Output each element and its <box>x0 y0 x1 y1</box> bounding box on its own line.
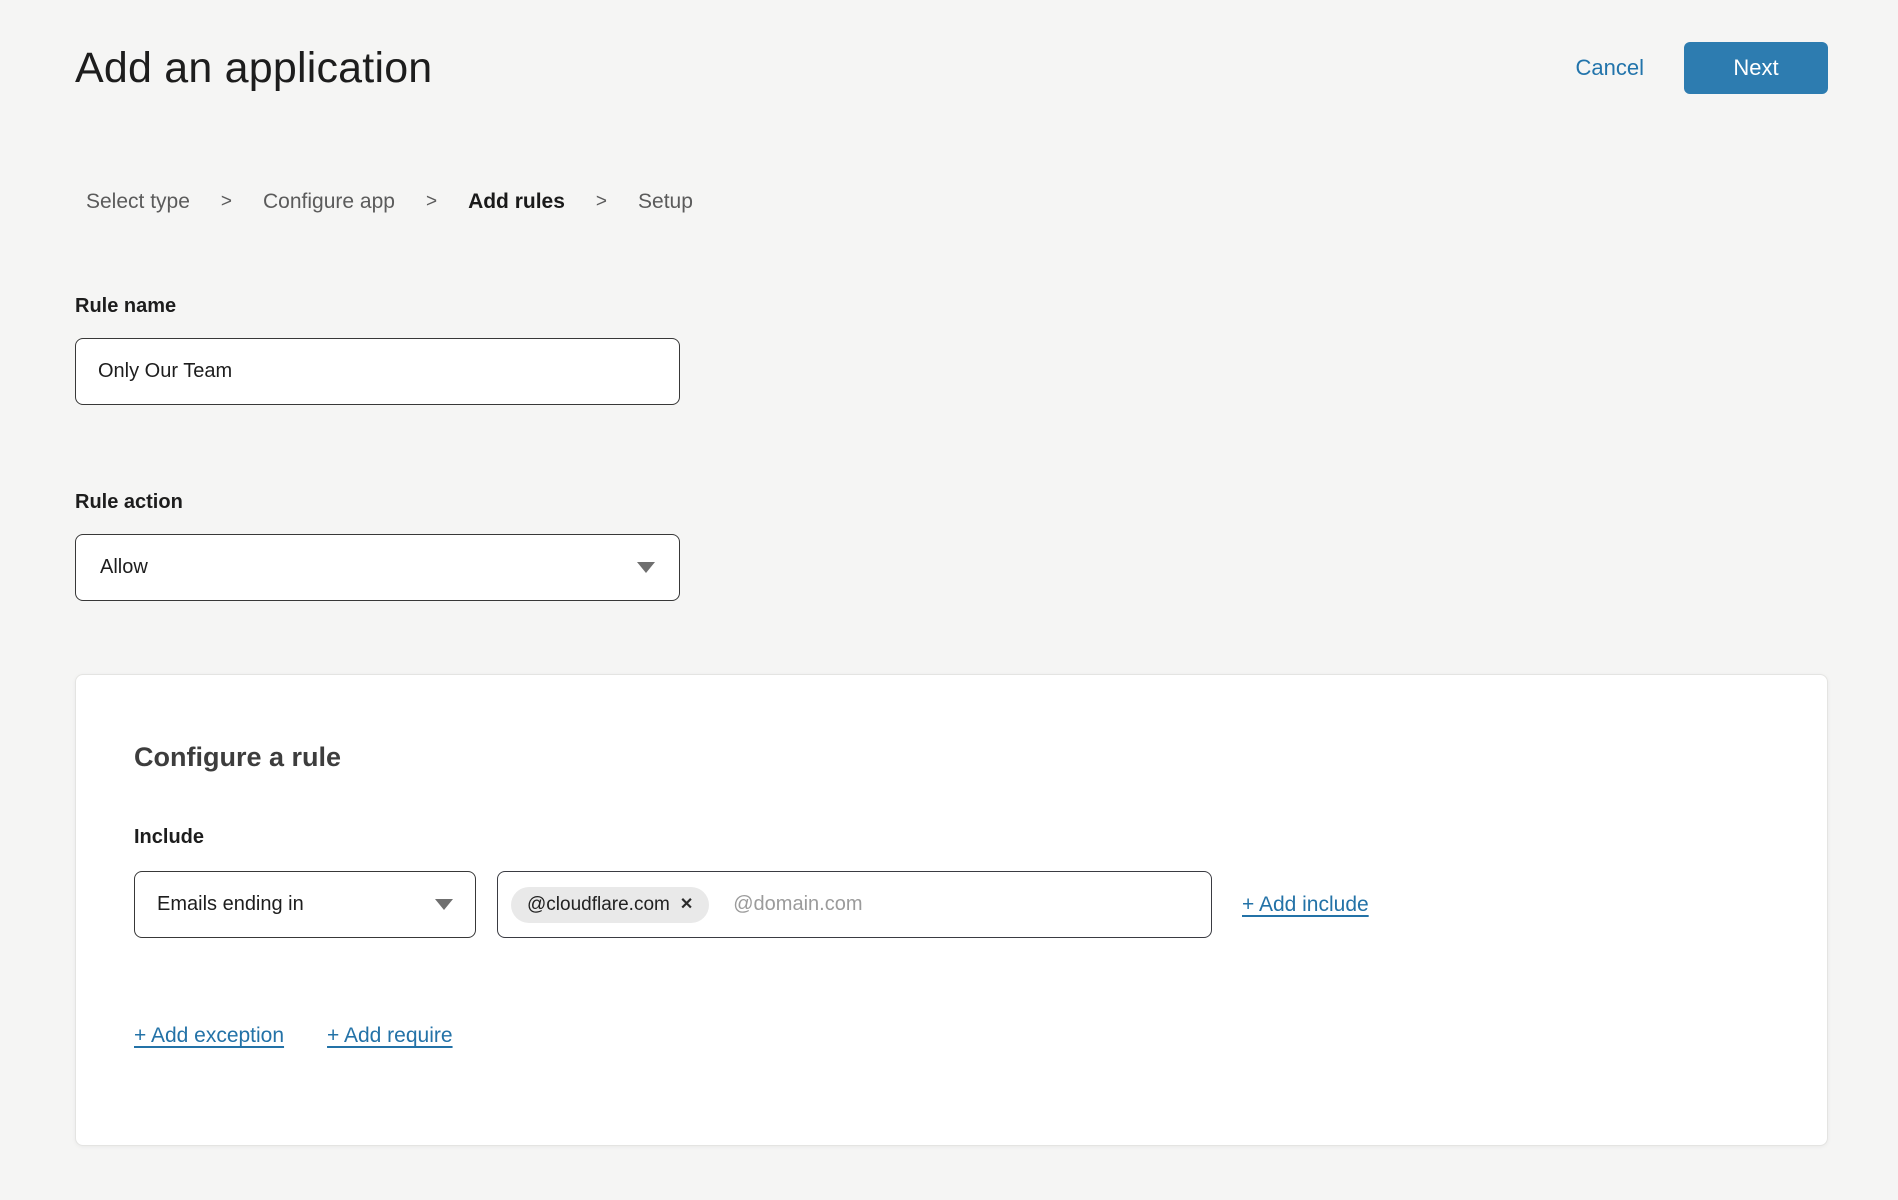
breadcrumb-separator: > <box>426 191 437 213</box>
add-application-page: Add an application Cancel Next Select ty… <box>0 0 1898 1146</box>
rule-action-select[interactable]: Allow <box>75 534 680 601</box>
breadcrumb-step-configure-app[interactable]: Configure app <box>263 190 395 214</box>
configure-rule-card: Configure a rule Include Emails ending i… <box>75 674 1828 1146</box>
next-button[interactable]: Next <box>1684 42 1828 94</box>
include-value-input[interactable]: @cloudflare.com ✕ <box>497 871 1212 938</box>
card-title: Configure a rule <box>134 741 1769 773</box>
email-domain-text-input[interactable] <box>733 893 1198 916</box>
breadcrumb-step-select-type[interactable]: Select type <box>86 190 190 214</box>
rule-name-input[interactable] <box>75 338 680 405</box>
chevron-down-icon <box>435 899 453 910</box>
rule-action-label: Rule action <box>75 490 1828 514</box>
rule-extra-links: + Add exception + Add require <box>134 1024 1769 1048</box>
rule-name-label: Rule name <box>75 294 1828 318</box>
cancel-button[interactable]: Cancel <box>1576 55 1644 81</box>
include-selector-select[interactable]: Emails ending in <box>134 871 476 938</box>
include-selector-value: Emails ending in <box>157 893 304 916</box>
page-title: Add an application <box>75 44 432 93</box>
breadcrumb-step-setup[interactable]: Setup <box>638 190 693 214</box>
chip-label: @cloudflare.com <box>527 894 670 916</box>
breadcrumb-separator: > <box>221 191 232 213</box>
add-require-link[interactable]: + Add require <box>327 1024 453 1048</box>
breadcrumb-separator: > <box>596 191 607 213</box>
breadcrumb: Select type > Configure app > Add rules … <box>75 190 1828 214</box>
remove-chip-icon[interactable]: ✕ <box>680 897 693 913</box>
add-exception-link[interactable]: + Add exception <box>134 1024 284 1048</box>
page-header: Add an application Cancel Next <box>75 0 1828 94</box>
email-domain-chip: @cloudflare.com ✕ <box>511 887 709 923</box>
include-label: Include <box>134 825 1769 849</box>
add-include-link[interactable]: + Add include <box>1242 893 1369 917</box>
include-rule-row: Emails ending in @cloudflare.com ✕ + Add… <box>134 871 1769 938</box>
rule-action-selected-value: Allow <box>100 556 148 579</box>
breadcrumb-step-add-rules[interactable]: Add rules <box>468 190 565 214</box>
header-actions: Cancel Next <box>1576 42 1828 94</box>
chevron-down-icon <box>637 562 655 573</box>
